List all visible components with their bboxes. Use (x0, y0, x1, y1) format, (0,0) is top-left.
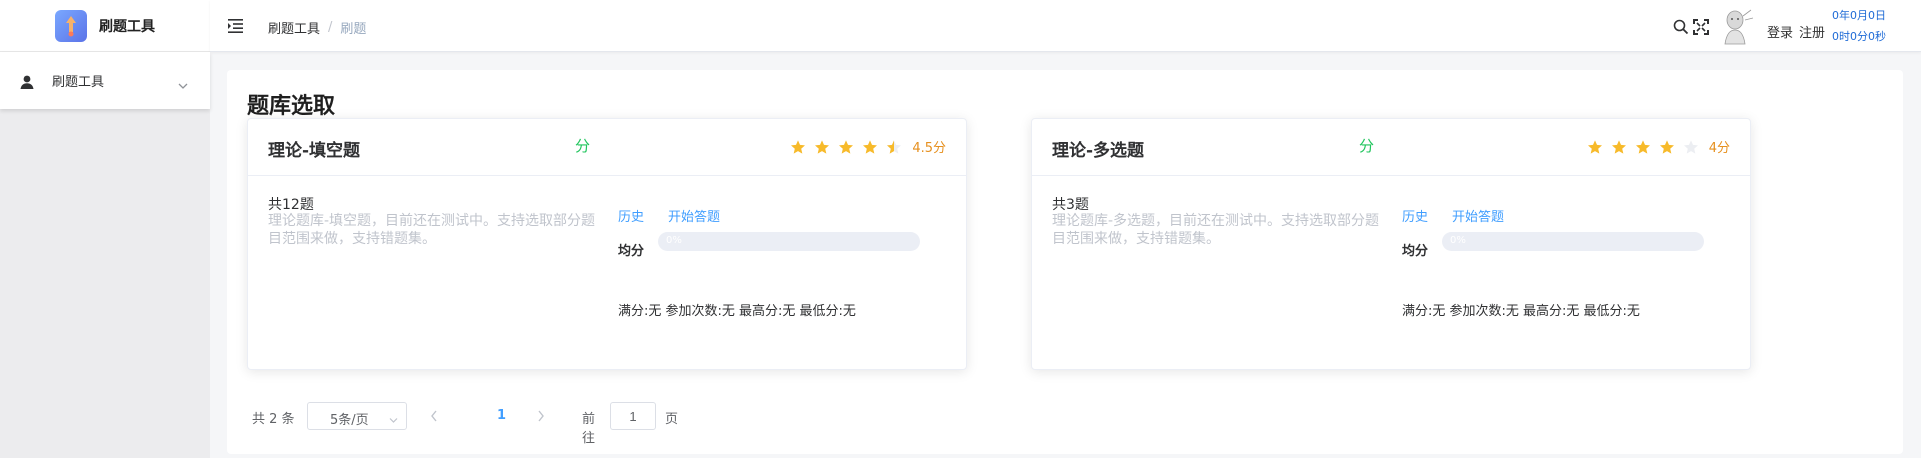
app-logo (55, 9, 87, 42)
collapse-menu-icon[interactable] (228, 18, 245, 33)
top-header: 刷题工具 / 刷题 登录 注册 0年0月0日 0时0分0秒 (210, 0, 1921, 52)
star-icon[interactable] (1659, 139, 1675, 155)
sidebar: 刷题工具 (0, 52, 210, 458)
search-icon[interactable] (1673, 19, 1689, 39)
user-icon (20, 74, 34, 89)
card-title: 理论-填空题 (268, 141, 361, 161)
fullscreen-icon[interactable] (1693, 19, 1709, 39)
progress-text: 0% (666, 235, 682, 246)
star-empty-icon[interactable] (1683, 139, 1699, 155)
average-label: 均分 (1402, 244, 1429, 259)
question-count: 共12题 (268, 197, 314, 213)
timer-date: 0年0月0日 (1832, 9, 1886, 22)
start-quiz-link[interactable]: 开始答题 (668, 206, 720, 225)
goto-page-input[interactable] (610, 402, 656, 430)
card-title: 理论-多选题 (1052, 141, 1145, 161)
star-rating[interactable]: 4分 (1587, 137, 1730, 156)
card-description: 理论题库-多选题，目前还在测试中。支持选取部分题目范围来做，支持错题集。 (1052, 213, 1380, 247)
breadcrumb-item-tool[interactable]: 刷题工具 (268, 18, 320, 37)
card-header: 理论-填空题 分 4.5分 (248, 119, 966, 176)
avatar[interactable] (1715, 6, 1755, 46)
card-description: 理论题库-填空题，目前还在测试中。支持选取部分题目范围来做，支持错题集。 (268, 213, 596, 247)
card-header: 理论-多选题 分 4分 (1032, 119, 1750, 176)
logo-bar: 刷题工具 (0, 0, 210, 52)
history-link[interactable]: 历史 (618, 206, 644, 225)
rating-text: 4分 (1708, 141, 1730, 156)
star-icon[interactable] (1587, 139, 1603, 155)
breadcrumb: 刷题工具 / 刷题 (268, 18, 366, 37)
breadcrumb-item-current: 刷题 (340, 22, 367, 37)
chevron-down-icon (178, 75, 188, 89)
score-stats: 满分:无 参加次数:无 最高分:无 最低分:无 (1402, 304, 1640, 319)
login-link[interactable]: 登录 (1767, 22, 1793, 41)
star-icon[interactable] (838, 139, 854, 155)
timer-time: 0时0分0秒 (1832, 30, 1886, 43)
next-page-icon[interactable] (537, 410, 545, 422)
card-score: 分 (1359, 137, 1375, 155)
average-progress-bar: 0% (658, 232, 920, 251)
page-suffix-label: 页 (665, 412, 679, 427)
sidebar-item-tool[interactable]: 刷题工具 (0, 52, 210, 109)
app-title: 刷题工具 (99, 18, 155, 35)
prev-page-icon[interactable] (430, 410, 438, 422)
star-icon[interactable] (814, 139, 830, 155)
average-progress-bar: 0% (1442, 232, 1704, 251)
star-rating[interactable]: 4.5分 (790, 137, 946, 156)
quiz-card: 理论-多选题 分 4分 共3题 理论题库-多选题，目前还在测试中。支持选取部分题… (1031, 118, 1751, 370)
sidebar-item-label: 刷题工具 (52, 75, 105, 90)
register-link[interactable]: 注册 (1799, 22, 1825, 41)
page-size-value: 5条/页 (330, 413, 369, 428)
question-count: 共3题 (1052, 197, 1089, 213)
score-stats: 满分:无 参加次数:无 最高分:无 最低分:无 (618, 304, 856, 319)
start-quiz-link[interactable]: 开始答题 (1452, 206, 1504, 225)
star-icon[interactable] (1611, 139, 1627, 155)
card-score: 分 (575, 137, 591, 155)
main-panel: 题库选取 理论-填空题 分 4.5分 共12题 理论题库-填空题，目前还在测试中… (227, 70, 1903, 454)
progress-text: 0% (1450, 235, 1466, 246)
star-icon[interactable] (862, 139, 878, 155)
page-size-select[interactable]: 5条/页 (307, 402, 407, 430)
rating-text: 4.5分 (912, 141, 946, 156)
quiz-card: 理论-填空题 分 4.5分 共12题 理论题库-填空题，目前还在测试中。支持选取… (247, 118, 967, 370)
average-label: 均分 (618, 244, 645, 259)
page-number-current[interactable]: 1 (497, 408, 506, 423)
breadcrumb-separator: / (328, 20, 333, 35)
goto-label: 前往 (582, 412, 596, 446)
pagination-total: 共 2 条 (252, 412, 295, 427)
star-icon[interactable] (1635, 139, 1651, 155)
star-icon[interactable] (790, 139, 806, 155)
star-half-icon[interactable] (886, 139, 902, 155)
history-link[interactable]: 历史 (1402, 206, 1428, 225)
chevron-down-icon (389, 413, 398, 423)
page-title: 题库选取 (247, 94, 336, 119)
